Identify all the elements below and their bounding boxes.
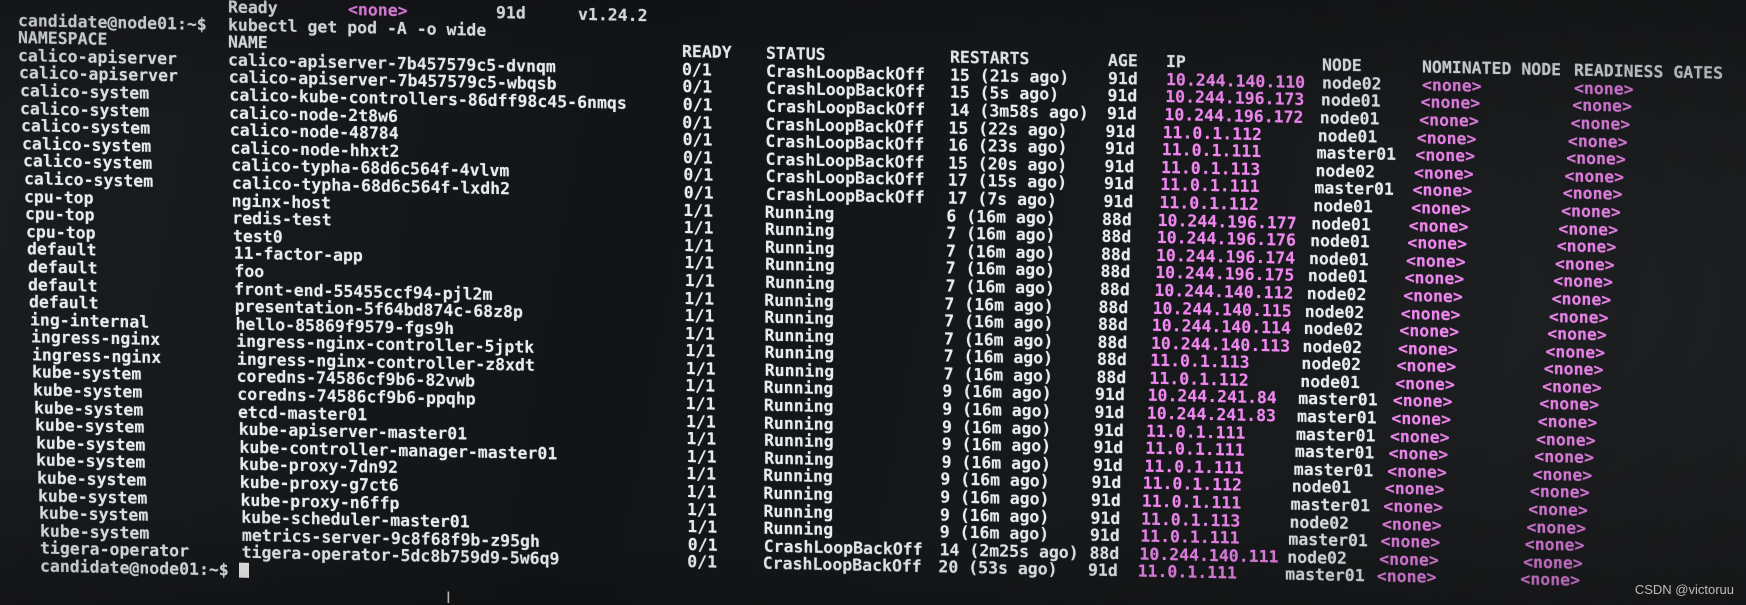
row-age: 88d bbox=[1102, 209, 1132, 229]
row-age: 88d bbox=[1097, 349, 1127, 370]
row-age: 91d bbox=[1091, 490, 1121, 511]
row-age: 91d bbox=[1105, 121, 1136, 141]
row-ready: 0/1 bbox=[682, 112, 713, 133]
row-ready: 1/1 bbox=[684, 270, 715, 291]
row-ready: 0/1 bbox=[682, 94, 713, 115]
row-ready: 0/1 bbox=[682, 77, 713, 97]
row-ready: 1/1 bbox=[683, 218, 714, 238]
row-age: 88d bbox=[1097, 332, 1128, 352]
row-ready: 1/1 bbox=[687, 517, 718, 537]
prompt-text: candidate@node01:~$ bbox=[40, 556, 229, 580]
row-ready: 1/1 bbox=[684, 306, 715, 326]
row-ready: 1/1 bbox=[686, 464, 717, 485]
row-age: 88d bbox=[1098, 314, 1128, 335]
shell-prompt-current: candidate@node01:~$ bbox=[40, 556, 249, 580]
row-readiness-gates: <none> bbox=[1520, 569, 1581, 591]
row-ready: 0/1 bbox=[682, 130, 713, 150]
prev-status: Ready bbox=[228, 0, 278, 18]
row-ready: 0/1 bbox=[682, 59, 712, 80]
row-age: 91d bbox=[1090, 508, 1121, 528]
row-nominated-node: <none> bbox=[1376, 566, 1437, 588]
row-ready: 0/1 bbox=[683, 182, 714, 203]
row-age: 91d bbox=[1104, 174, 1134, 194]
prev-roles: <none> bbox=[348, 0, 408, 21]
row-age: 91d bbox=[1088, 560, 1118, 581]
row-age: 91d bbox=[1094, 402, 1125, 423]
row-ready: 1/1 bbox=[684, 253, 715, 273]
row-age: 91d bbox=[1093, 455, 1123, 475]
row-age: 88d bbox=[1098, 297, 1129, 317]
watermark: CSDN @victoruu bbox=[1634, 582, 1734, 597]
row-age: 88d bbox=[1100, 279, 1130, 300]
row-age: 88d bbox=[1101, 244, 1131, 265]
header-age: AGE bbox=[1108, 51, 1138, 71]
row-ready: 1/1 bbox=[686, 429, 717, 449]
row-ready: 1/1 bbox=[686, 446, 717, 467]
row-age: 91d bbox=[1107, 103, 1137, 124]
terminal-photo: Ready <none> 91d v1.24.2 candidate@node0… bbox=[0, 0, 1746, 605]
row-ready: 0/1 bbox=[683, 165, 714, 185]
row-node: master01 bbox=[1285, 564, 1365, 586]
header-name: NAME bbox=[228, 32, 268, 53]
row-age: 91d bbox=[1090, 525, 1120, 546]
row-age: 91d bbox=[1107, 86, 1138, 106]
row-age: 88d bbox=[1101, 226, 1132, 247]
prev-version: v1.24.2 bbox=[578, 4, 648, 26]
row-ready: 1/1 bbox=[685, 376, 716, 397]
row-age: 88d bbox=[1089, 543, 1120, 563]
row-age: 91d bbox=[1105, 138, 1135, 159]
row-ready: 1/1 bbox=[683, 200, 714, 221]
row-ready: 0/1 bbox=[687, 534, 718, 555]
row-ready: 1/1 bbox=[685, 358, 716, 379]
row-age: 91d bbox=[1094, 420, 1124, 440]
row-age: 88d bbox=[1096, 367, 1127, 388]
pod-rows: calico-apiserver calico-apiserver-7b45757… bbox=[18, 46, 1738, 593]
row-pod-name: foo bbox=[234, 261, 265, 282]
row-age: 91d bbox=[1104, 156, 1135, 177]
row-age: 91d bbox=[1095, 385, 1125, 405]
row-ip: 11.0.1.111 bbox=[1137, 561, 1237, 583]
i-beam-cursor-icon: I bbox=[446, 588, 451, 605]
header-ip: IP bbox=[1166, 52, 1186, 72]
header-node: NODE bbox=[1322, 55, 1362, 76]
row-ready: 0/1 bbox=[687, 552, 718, 573]
row-ready: 1/1 bbox=[684, 288, 715, 309]
row-ready: 1/1 bbox=[687, 499, 717, 520]
row-ready: 1/1 bbox=[685, 323, 715, 344]
row-age: 91d bbox=[1103, 191, 1134, 212]
prev-age: 91d bbox=[496, 3, 526, 23]
row-age: 88d bbox=[1100, 261, 1131, 282]
row-age: 91d bbox=[1091, 472, 1122, 493]
row-ready: 0/1 bbox=[683, 147, 713, 168]
row-age: 91d bbox=[1093, 437, 1124, 458]
terminal-output[interactable]: Ready <none> 91d v1.24.2 candidate@node0… bbox=[18, 0, 1738, 605]
row-ready: 1/1 bbox=[684, 235, 714, 256]
text-cursor bbox=[238, 562, 249, 578]
row-ready: 1/1 bbox=[686, 411, 716, 432]
row-age: 91d bbox=[1108, 68, 1138, 89]
row-ready: 1/1 bbox=[686, 482, 717, 502]
row-ready: 1/1 bbox=[685, 394, 716, 414]
row-ready: 1/1 bbox=[685, 341, 716, 361]
